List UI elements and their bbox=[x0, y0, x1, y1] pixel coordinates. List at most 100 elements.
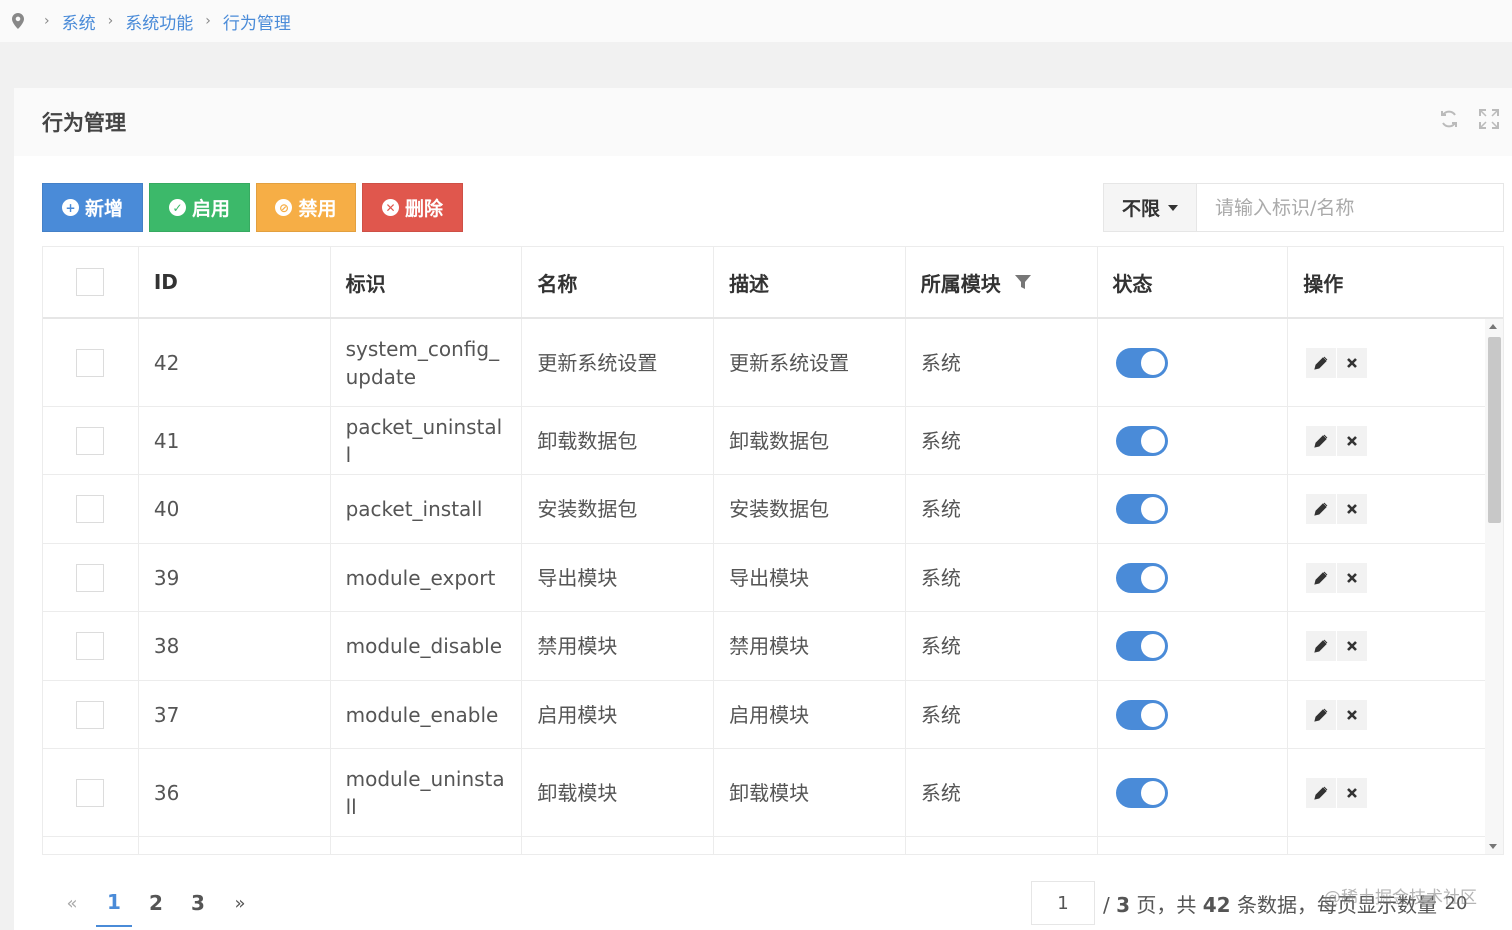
table-row: 36 module_uninstall 卸载模块 卸载模块 系统 bbox=[43, 749, 1503, 837]
add-button[interactable]: + 新增 bbox=[42, 183, 143, 232]
row-checkbox[interactable] bbox=[76, 426, 105, 455]
row-checkbox-cell bbox=[43, 681, 139, 748]
cell-status bbox=[1098, 407, 1289, 474]
fullscreen-icon[interactable] bbox=[1478, 108, 1500, 130]
x-circle-icon: ✕ bbox=[381, 199, 399, 216]
panel-tools bbox=[1438, 108, 1500, 130]
add-button-label: 新增 bbox=[84, 198, 123, 220]
page-1-button[interactable]: 1 bbox=[96, 879, 132, 927]
status-toggle[interactable] bbox=[1115, 631, 1168, 661]
breadcrumb-separator: › bbox=[44, 13, 50, 29]
cell-name: 启用模块 bbox=[522, 681, 715, 748]
table-scrollbar[interactable] bbox=[1485, 319, 1503, 854]
filter-dropdown[interactable]: 不限 bbox=[1103, 183, 1197, 232]
remove-button[interactable] bbox=[1337, 347, 1368, 378]
row-cell bbox=[714, 837, 906, 854]
remove-button[interactable] bbox=[1337, 631, 1368, 661]
cell-id: 39 bbox=[139, 544, 331, 611]
cell-status bbox=[1098, 612, 1289, 680]
status-toggle[interactable] bbox=[1115, 777, 1168, 808]
header-key: 标识 bbox=[331, 247, 523, 317]
breadcrumb-item-behavior-management[interactable]: 行为管理 bbox=[223, 9, 291, 34]
location-pin-icon bbox=[10, 11, 26, 31]
remove-button[interactable] bbox=[1337, 562, 1368, 593]
edit-button[interactable] bbox=[1306, 777, 1337, 808]
search-input[interactable] bbox=[1197, 183, 1504, 232]
prev-page-button[interactable]: « bbox=[54, 879, 90, 927]
close-icon bbox=[1347, 435, 1358, 446]
status-toggle[interactable] bbox=[1115, 699, 1168, 730]
delete-button-label: 删除 bbox=[404, 198, 443, 220]
scroll-down-icon[interactable] bbox=[1489, 844, 1497, 849]
page-3-button[interactable]: 3 bbox=[180, 879, 216, 927]
cell-name: 更新系统设置 bbox=[522, 319, 715, 406]
edit-button[interactable] bbox=[1306, 699, 1337, 730]
pencil-icon bbox=[1314, 571, 1328, 585]
row-actions bbox=[1306, 347, 1368, 378]
page-2-button[interactable]: 2 bbox=[138, 879, 174, 927]
edit-button[interactable] bbox=[1306, 631, 1337, 661]
row-actions bbox=[1306, 494, 1368, 524]
remove-button[interactable] bbox=[1337, 425, 1368, 456]
cell-name: 禁用模块 bbox=[522, 612, 715, 680]
row-checkbox-cell bbox=[43, 749, 139, 836]
header-name: 名称 bbox=[522, 247, 715, 317]
cell-module: 系统 bbox=[906, 319, 1098, 406]
remove-button[interactable] bbox=[1337, 699, 1368, 730]
row-checkbox[interactable] bbox=[76, 632, 105, 660]
select-all-checkbox[interactable] bbox=[76, 268, 105, 296]
data-table: ID 标识 名称 描述 所属模块 状态 操作 42 system_config_… bbox=[42, 246, 1504, 855]
cell-actions bbox=[1288, 544, 1503, 611]
status-toggle[interactable] bbox=[1115, 562, 1168, 593]
cell-desc: 启用模块 bbox=[714, 681, 906, 748]
disable-button[interactable]: ⊘ 禁用 bbox=[256, 183, 356, 232]
page-jump-input[interactable]: 1 bbox=[1031, 881, 1095, 925]
next-page-button[interactable]: » bbox=[222, 879, 258, 927]
cell-actions bbox=[1288, 475, 1503, 543]
breadcrumb-item-system[interactable]: 系统 bbox=[62, 9, 96, 34]
status-toggle[interactable] bbox=[1115, 425, 1168, 456]
delete-button[interactable]: ✕ 删除 bbox=[362, 183, 463, 232]
scroll-up-icon[interactable] bbox=[1489, 324, 1497, 329]
table-row: 37 module_enable 启用模块 启用模块 系统 bbox=[43, 681, 1503, 749]
enable-button-label: 启用 bbox=[191, 198, 230, 220]
pencil-icon bbox=[1314, 786, 1328, 800]
row-checkbox[interactable] bbox=[76, 348, 105, 377]
scroll-thumb[interactable] bbox=[1488, 337, 1501, 523]
edit-button[interactable] bbox=[1306, 562, 1337, 593]
row-checkbox[interactable] bbox=[76, 495, 105, 523]
edit-button[interactable] bbox=[1306, 425, 1337, 456]
row-checkbox[interactable] bbox=[76, 700, 105, 729]
filter-dropdown-value: 不限 bbox=[1121, 198, 1160, 220]
edit-button[interactable] bbox=[1306, 347, 1337, 378]
edit-button[interactable] bbox=[1306, 494, 1337, 524]
remove-button[interactable] bbox=[1337, 494, 1368, 524]
filter-icon[interactable] bbox=[1014, 274, 1031, 290]
header-id[interactable]: ID bbox=[139, 247, 331, 317]
pencil-icon bbox=[1314, 502, 1328, 516]
row-actions bbox=[1306, 631, 1368, 661]
cell-module: 系统 bbox=[906, 749, 1098, 836]
table-row: 38 module_disable 禁用模块 禁用模块 系统 bbox=[43, 612, 1503, 681]
status-toggle[interactable] bbox=[1115, 494, 1168, 524]
row-actions bbox=[1306, 699, 1368, 730]
cell-name: 卸载模块 bbox=[522, 749, 715, 836]
cell-actions bbox=[1288, 749, 1503, 836]
row-checkbox-cell bbox=[43, 612, 139, 680]
enable-button[interactable]: ✓ 启用 bbox=[149, 183, 250, 232]
row-checkbox[interactable] bbox=[76, 778, 105, 807]
status-toggle[interactable] bbox=[1115, 347, 1168, 378]
cell-desc: 安装数据包 bbox=[714, 475, 906, 543]
row-cell bbox=[43, 837, 139, 854]
remove-button[interactable] bbox=[1337, 777, 1368, 808]
total-items: 42 bbox=[1202, 892, 1231, 917]
row-checkbox[interactable] bbox=[76, 563, 105, 592]
plus-circle-icon: + bbox=[61, 199, 79, 216]
refresh-icon[interactable] bbox=[1438, 108, 1460, 130]
table-row-partial bbox=[43, 837, 1503, 854]
cell-name: 卸载数据包 bbox=[522, 407, 715, 474]
breadcrumb-item-system-functions[interactable]: 系统功能 bbox=[125, 9, 193, 34]
toggle-knob bbox=[1140, 428, 1165, 453]
row-checkbox-cell bbox=[43, 319, 139, 406]
row-checkbox-cell bbox=[43, 475, 139, 543]
